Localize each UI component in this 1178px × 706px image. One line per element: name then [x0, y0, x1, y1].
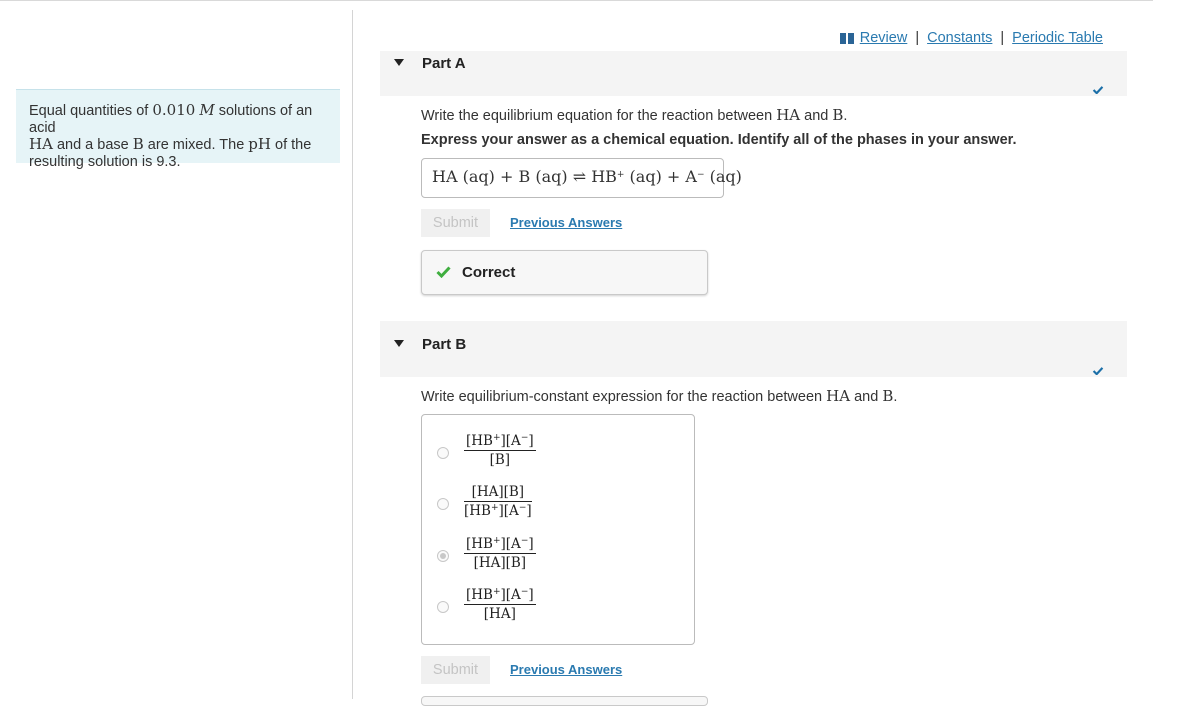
intro-text: resulting solution is 9.3. [29, 153, 181, 170]
eq-phase: (aq) [709, 167, 742, 186]
question-text: . [893, 389, 898, 405]
option-1-expression: [HB+][A−] [B] [464, 433, 536, 468]
option-4[interactable]: [HB+][A−] [HA] [422, 587, 694, 635]
intro-text: are mixed. The [143, 137, 249, 153]
ph-symbol: pH [248, 135, 271, 153]
option-1[interactable]: [HB+][A−] [B] [422, 433, 694, 481]
eq-phase: (aq) [535, 167, 568, 186]
book-icon [839, 32, 854, 44]
intro-text: and a base [52, 137, 133, 153]
part-a-submit-button[interactable]: Submit [421, 209, 490, 237]
eq-phase: (aq) [629, 167, 662, 186]
link-separator: | [1000, 30, 1005, 46]
periodic-table-link[interactable]: Periodic Table [1012, 30, 1103, 46]
acid-symbol: HA [776, 106, 801, 124]
feedback-text: Correct [462, 264, 516, 281]
question-text: . [843, 108, 848, 124]
option-2-expression: [HA][B] [HB+][A−] [464, 484, 532, 519]
numerator: [HB+][A−] [464, 587, 536, 605]
denominator: [HB+][A−] [464, 503, 532, 519]
denominator: [HA] [483, 606, 516, 622]
numerator: [HB+][A−] [464, 433, 536, 451]
base-symbol: B [832, 106, 844, 124]
part-b-options: [HB+][A−] [B] [HA][B] [HB+][A−] [HB+][A−… [421, 414, 695, 645]
denominator: [HA][B] [473, 555, 527, 571]
link-separator: | [915, 30, 920, 46]
part-b-previous-answers-link[interactable]: Previous Answers [510, 662, 622, 677]
option-4-radio[interactable] [437, 601, 449, 613]
eq-phase: (aq) [462, 167, 495, 186]
intro-text: of the [270, 137, 312, 153]
constants-link[interactable]: Constants [927, 30, 992, 46]
correct-check-icon [436, 266, 451, 278]
acid-symbol: HA [29, 135, 53, 153]
question-text: Write equilibrium-constant expression fo… [421, 389, 827, 405]
part-b-submit-button[interactable]: Submit [421, 656, 490, 684]
concentration-value: 0.010 [152, 101, 196, 119]
part-a-previous-answers-link[interactable]: Previous Answers [510, 215, 622, 230]
part-a-instruction: Express your answer as a chemical equati… [421, 132, 1017, 148]
part-b-title: Part B [422, 336, 467, 353]
option-1-radio[interactable] [437, 447, 449, 459]
question-text: Write the equilibrium equation for the r… [421, 108, 777, 124]
eq-ha: HA [432, 167, 458, 186]
chemical-equation: HA (aq) + B (aq) ⇌ HB+ (aq) + A− (aq) [432, 167, 742, 186]
numerator: [HB+][A−] [464, 536, 536, 554]
review-link[interactable]: Review [860, 30, 908, 46]
eq-hb: HB [591, 167, 617, 186]
checkmark-icon [1092, 86, 1104, 94]
concentration-unit: M [199, 101, 215, 119]
eq-charge: − [696, 170, 705, 180]
option-2-radio[interactable] [437, 498, 449, 510]
question-text: and [800, 108, 833, 124]
eq-a: A [685, 167, 697, 186]
checkmark-icon [1092, 367, 1104, 375]
eq-plus: + [666, 167, 681, 186]
acid-symbol: HA [826, 387, 851, 405]
part-a-answer-field[interactable]: HA (aq) + B (aq) ⇌ HB+ (aq) + A− (aq) [421, 158, 742, 198]
question-text: and [850, 389, 883, 405]
equilibrium-arrow: ⇌ [572, 167, 587, 186]
part-b-question: Write equilibrium-constant expression fo… [421, 387, 897, 405]
option-3[interactable]: [HB+][A−] [HA][B] [422, 536, 694, 584]
numerator: [HA][B] [464, 484, 532, 502]
part-a-title: Part A [422, 55, 466, 72]
base-symbol: B [882, 387, 894, 405]
part-a-feedback: Correct [421, 250, 708, 295]
eq-plus: + [499, 167, 514, 186]
problem-intro: Equal quantities of 0.010 M solutions of… [16, 89, 340, 170]
part-b-feedback [421, 696, 708, 706]
denominator: [B] [489, 452, 511, 468]
eq-charge: + [616, 170, 625, 180]
caret-down-icon [394, 340, 404, 347]
caret-down-icon [394, 59, 404, 66]
part-a-question: Write the equilibrium equation for the r… [421, 106, 847, 124]
base-symbol: B [132, 135, 144, 153]
option-3-radio[interactable] [437, 550, 449, 562]
option-3-expression: [HB+][A−] [HA][B] [464, 536, 536, 571]
resource-links: Review | Constants | Periodic Table [839, 30, 1103, 46]
option-2[interactable]: [HA][B] [HB+][A−] [422, 484, 694, 532]
eq-b: B [518, 167, 531, 186]
option-4-expression: [HB+][A−] [HA] [464, 587, 536, 622]
intro-text: Equal quantities of [29, 103, 153, 119]
part-b-header[interactable]: Part B [380, 321, 1127, 377]
part-a-header[interactable]: Part A [380, 51, 1127, 96]
